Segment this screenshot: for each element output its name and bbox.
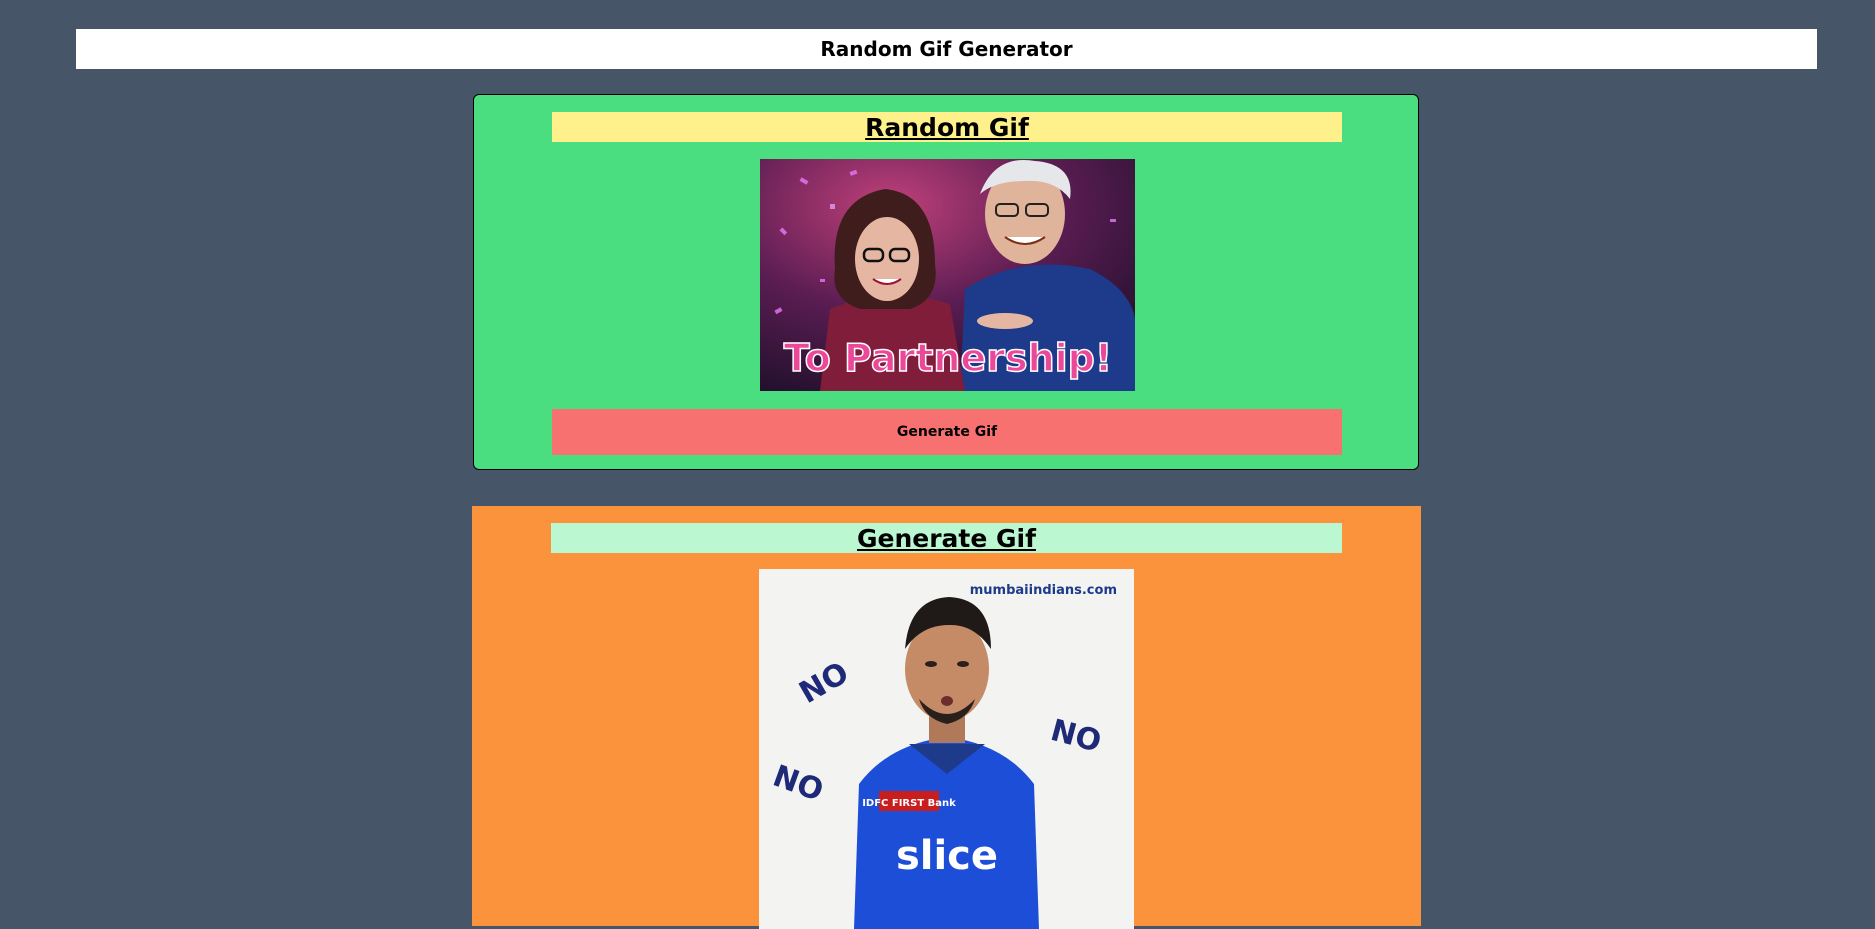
- random-gif-image: To Partnership!: [760, 159, 1135, 391]
- generate-gif-button[interactable]: Generate Gif: [552, 409, 1342, 455]
- random-gif-card: Random Gif To Partnership! Generate Gif: [473, 94, 1419, 470]
- jersey-text: slice: [896, 833, 998, 879]
- page-header: Random Gif Generator: [76, 29, 1817, 69]
- gif-watermark: mumbaiindians.com: [970, 583, 1117, 598]
- generated-gif-image: mumbaiindians.com NO NO NO IDFC FIRST Ba…: [759, 569, 1134, 929]
- jersey-sponsor: IDFC FIRST Bank: [862, 798, 956, 809]
- random-gif-caption: To Partnership!: [784, 336, 1112, 380]
- page-title: Random Gif Generator: [820, 37, 1073, 61]
- generate-gif-title: Generate Gif: [551, 523, 1342, 553]
- generate-gif-card: Generate Gif mumbaiindians.com NO NO NO …: [472, 506, 1421, 929]
- random-gif-title: Random Gif: [552, 112, 1342, 142]
